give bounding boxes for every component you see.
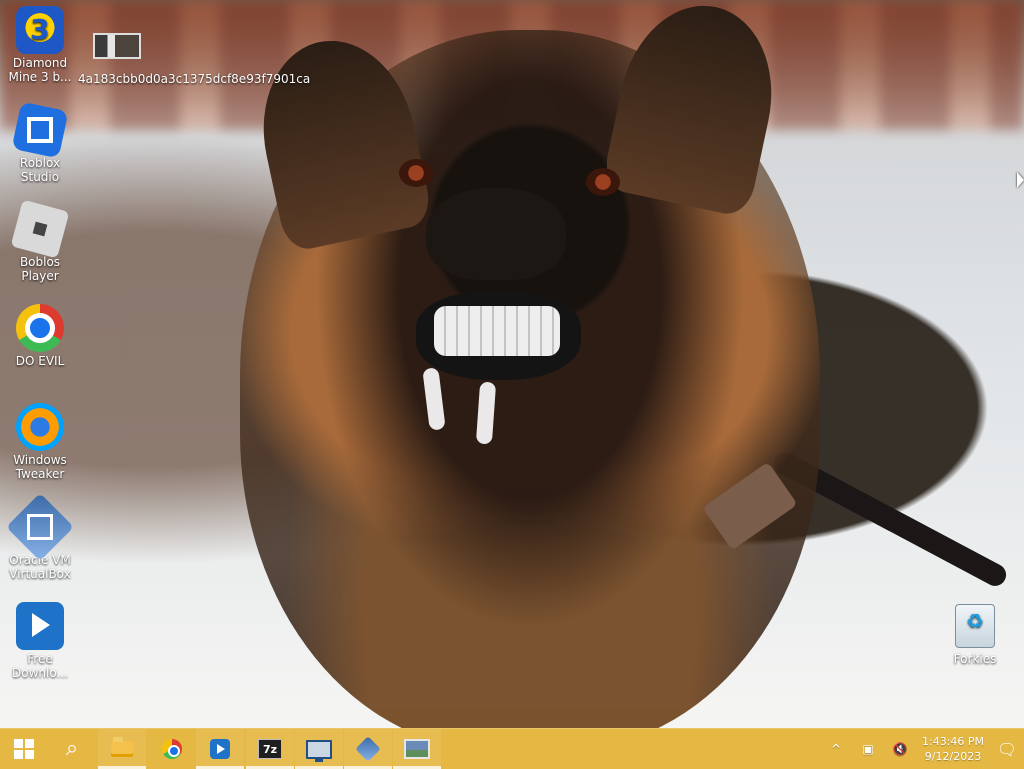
desktop-icon-image-file[interactable]: 4a183cbb0d0a3c1375dcf8e93f7901ca: [78, 22, 310, 86]
taskbar-file-explorer[interactable]: [98, 729, 146, 769]
taskbar-chrome[interactable]: [148, 729, 196, 769]
image-viewer-icon: [404, 739, 430, 759]
wallpaper-dog-right-eye: [586, 168, 620, 196]
taskbar-7zip[interactable]: 7z: [246, 729, 294, 769]
wallpaper-dog-teeth: [434, 306, 560, 356]
taskbar-image-viewer[interactable]: [393, 729, 441, 769]
desktop-icon-roblox-studio[interactable]: Roblox Studio: [1, 101, 79, 184]
start-button[interactable]: [0, 729, 48, 769]
image-file-icon-wrapper: [93, 22, 141, 70]
notification-icon: 🗨: [996, 739, 1018, 759]
windows-tweaker-icon: [16, 403, 64, 451]
chrome-icon: [162, 739, 182, 759]
roblox-player-icon: [10, 199, 70, 259]
clock[interactable]: 1:43:46 PM 9/12/2023: [916, 734, 990, 764]
notification-button[interactable]: 🗨: [990, 729, 1024, 769]
taskbar-remote-desktop[interactable]: [295, 729, 343, 769]
free-download-manager-icon: [16, 602, 64, 650]
show-hidden-icons-chevron[interactable]: ^: [826, 739, 846, 759]
desktop-icon-label: DO EVIL: [15, 354, 65, 368]
desktop-icon-diamond-mine[interactable]: 3 Diamond Mine 3 b...: [1, 6, 79, 84]
desktop-icon-label: Free Downlo...: [12, 652, 68, 680]
windows-logo-icon: [14, 739, 34, 759]
desktop-icon-label: Windows Tweaker: [13, 453, 67, 481]
desktop-icon-do-evil[interactable]: DO EVIL: [1, 304, 79, 368]
monitor-icon: [306, 739, 332, 762]
recycle-bin-icon: [955, 604, 995, 648]
chrome-icon: [16, 304, 64, 352]
desktop-icon-free-download-manager[interactable]: Free Downlo...: [1, 602, 79, 680]
search-button[interactable]: ⌕: [48, 729, 96, 769]
desktop-icon-label: Diamond Mine 3 b...: [8, 56, 72, 84]
taskbar-free-download-manager[interactable]: [196, 729, 244, 769]
muted-volume-icon[interactable]: 🔇: [890, 739, 910, 759]
taskbar-virtualbox[interactable]: [344, 729, 392, 769]
wallpaper-dog-left-eye: [399, 159, 433, 187]
taskbar: ⌕ 7z ^ ▣ 🔇 1:43:46 PM 9/12/2023 🗨: [0, 728, 1024, 769]
desktop-icon-boblos-player[interactable]: Boblos Player: [1, 199, 79, 283]
roblox-studio-icon: [11, 101, 69, 159]
desktop-icon-windows-tweaker[interactable]: Windows Tweaker: [1, 403, 79, 481]
fdm-icon: [210, 739, 230, 759]
desktop-icon-label: 4a183cbb0d0a3c1375dcf8e93f7901ca: [78, 72, 310, 86]
7z-icon: 7z: [258, 739, 282, 759]
virtualbox-icon: [355, 736, 381, 762]
virtualbox-icon: [6, 493, 74, 561]
desktop-wallpaper: [0, 0, 1024, 728]
desktop-icon-label: Boblos Player: [19, 255, 61, 283]
wallpaper-dog-nose: [426, 188, 566, 280]
network-icon[interactable]: ▣: [858, 739, 878, 759]
desktop-icon-label: Forkies: [953, 652, 997, 666]
image-file-icon: [93, 33, 141, 59]
diamond-mine-icon: 3: [16, 6, 64, 54]
clock-date: 9/12/2023: [924, 750, 982, 763]
search-icon: ⌕: [65, 736, 79, 761]
folder-icon: [111, 737, 133, 757]
clock-time: 1:43:46 PM: [921, 735, 985, 748]
desktop-icon-forkies[interactable]: Forkies: [936, 602, 1014, 666]
desktop-icon-label: Roblox Studio: [19, 156, 61, 184]
desktop-icon-oracle-vm-virtualbox[interactable]: Oracle VM VirtualBox: [1, 493, 79, 581]
system-tray: ^ ▣ 🔇 1:43:46 PM 9/12/2023 🗨: [820, 729, 1024, 769]
recycle-bin-icon-wrapper: [951, 602, 999, 650]
mouse-cursor-icon: [1017, 172, 1024, 188]
